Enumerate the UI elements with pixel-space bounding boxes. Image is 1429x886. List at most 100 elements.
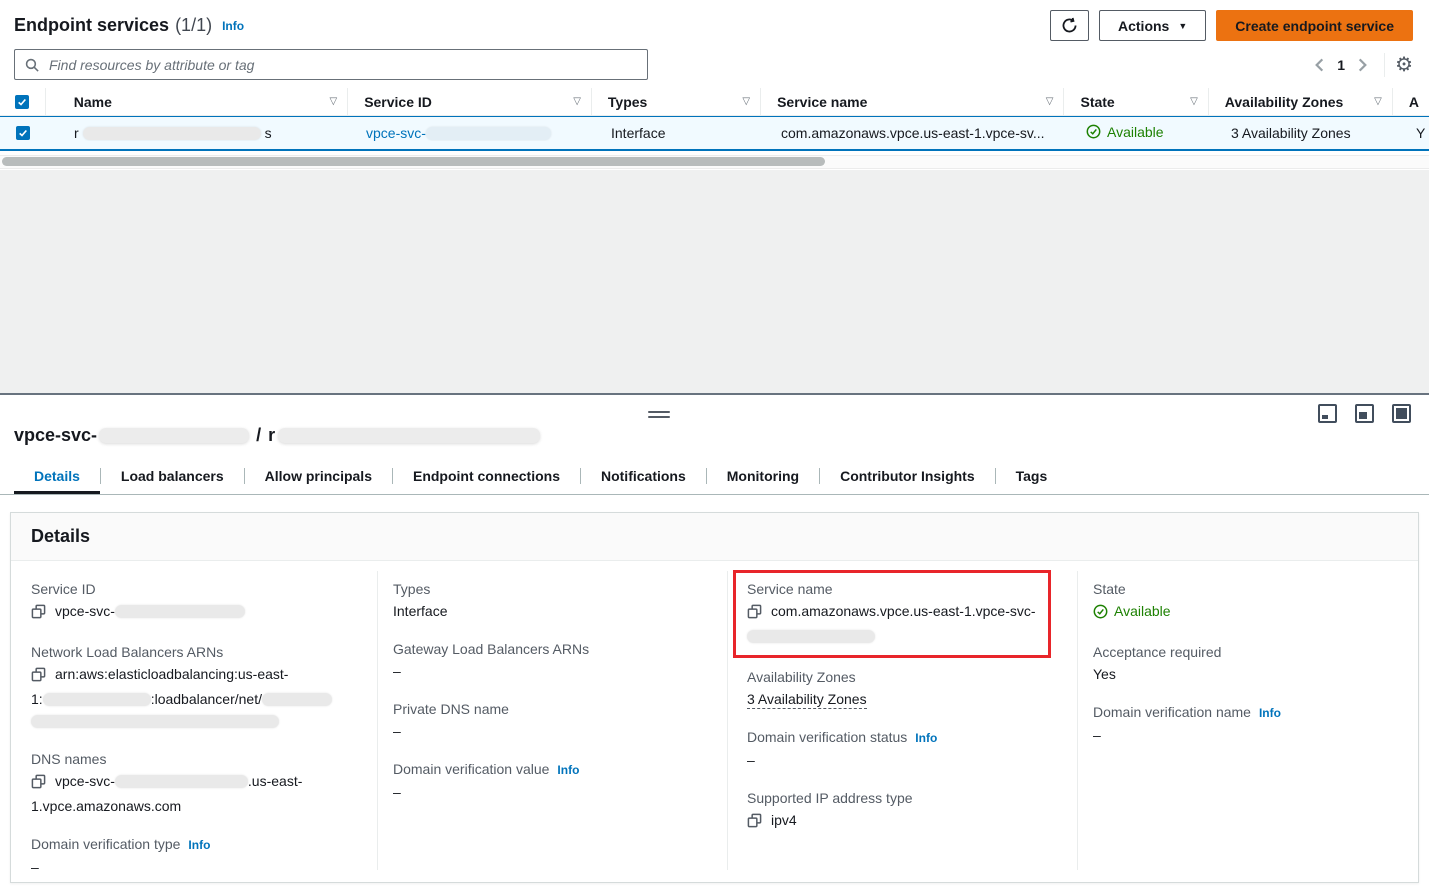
page-header: Endpoint services (1/1) Info Actions ▼ C… bbox=[0, 0, 1429, 43]
service-name-highlight-box: Service name com.amazonaws.vpce.us-east-… bbox=[733, 570, 1051, 658]
column-header-types[interactable]: Types ▽ bbox=[592, 88, 761, 115]
status-badge: Available bbox=[1093, 600, 1171, 622]
copy-icon[interactable] bbox=[747, 815, 762, 831]
field-domain-verification-name: Domain verification nameInfo – bbox=[1093, 701, 1418, 746]
filter-icon[interactable]: ▽ bbox=[567, 96, 581, 107]
next-page-button[interactable] bbox=[1351, 58, 1374, 72]
previous-page-button[interactable] bbox=[1308, 58, 1331, 72]
redacted-text bbox=[31, 715, 279, 728]
create-endpoint-service-button[interactable]: Create endpoint service bbox=[1216, 10, 1413, 41]
panel-size-full-icon[interactable] bbox=[1392, 404, 1411, 423]
details-column-3: Service name com.amazonaws.vpce.us-east-… bbox=[747, 578, 1063, 850]
panel-drag-handle[interactable] bbox=[648, 408, 670, 421]
redacted-text bbox=[115, 605, 245, 618]
tab-load-balancers[interactable]: Load balancers bbox=[101, 461, 244, 494]
field-acceptance-required: Acceptance required Yes bbox=[1093, 641, 1418, 685]
endpoint-services-list-section: Endpoint services (1/1) Info Actions ▼ C… bbox=[0, 0, 1429, 170]
table-header-row: Name ▽ Service ID ▽ Types ▽ Service name… bbox=[0, 88, 1429, 116]
redacted-text bbox=[262, 693, 332, 706]
actions-button-label: Actions bbox=[1118, 18, 1169, 34]
page-title: Endpoint services bbox=[14, 15, 169, 36]
service-id-link[interactable]: vpce-svc- bbox=[366, 125, 551, 141]
filter-icon[interactable]: ▽ bbox=[1184, 96, 1198, 107]
details-column-4: State Available Acceptance required Yes … bbox=[1093, 578, 1418, 762]
copy-icon[interactable] bbox=[31, 669, 46, 685]
panel-tabs: Details Load balancers Allow principals … bbox=[0, 461, 1429, 495]
column-header-service-name[interactable]: Service name ▽ bbox=[761, 88, 1064, 115]
toolbar-divider bbox=[1384, 53, 1385, 77]
caret-down-icon: ▼ bbox=[1178, 21, 1187, 31]
check-circle-icon bbox=[1086, 124, 1101, 139]
field-gwlb-arns: Gateway Load Balancers ARNs – bbox=[393, 638, 713, 682]
cell-state: Available bbox=[1070, 124, 1215, 143]
field-dns-names: DNS names vpce-svc-.us-east- 1.vpce.amaz… bbox=[31, 748, 361, 817]
tab-tags[interactable]: Tags bbox=[996, 461, 1068, 494]
tab-details[interactable]: Details bbox=[14, 461, 100, 494]
tab-notifications[interactable]: Notifications bbox=[581, 461, 706, 494]
availability-zones-link[interactable]: 3 Availability Zones bbox=[747, 691, 867, 709]
panel-size-small-icon[interactable] bbox=[1318, 404, 1337, 423]
search-box[interactable] bbox=[14, 49, 648, 80]
refresh-icon bbox=[1061, 17, 1078, 34]
cell-availability-zones: 3 Availability Zones bbox=[1215, 125, 1400, 141]
cell-name: rs bbox=[46, 125, 350, 141]
field-types: Types Interface bbox=[393, 578, 713, 622]
details-card: Details Service ID vpce-svc- Network Loa… bbox=[10, 512, 1419, 883]
field-domain-verification-value: Domain verification valueInfo – bbox=[393, 758, 713, 803]
tab-monitoring[interactable]: Monitoring bbox=[707, 461, 819, 494]
check-circle-icon bbox=[1093, 604, 1108, 619]
details-column-1: Service ID vpce-svc- Network Load Balanc… bbox=[31, 578, 361, 882]
table-row[interactable]: rs vpce-svc- Interface com.amazonaws.vpc… bbox=[0, 116, 1429, 151]
column-header-service-id[interactable]: Service ID ▽ bbox=[348, 88, 592, 115]
redacted-text bbox=[747, 630, 875, 643]
search-input[interactable] bbox=[47, 56, 637, 74]
info-link[interactable]: Info bbox=[222, 19, 244, 33]
field-availability-zones: Availability Zones 3 Availability Zones bbox=[747, 666, 1063, 710]
refresh-button[interactable] bbox=[1050, 10, 1089, 41]
field-service-id: Service ID vpce-svc- bbox=[31, 578, 361, 625]
settings-gear-icon[interactable]: ⚙ bbox=[1395, 55, 1413, 75]
filter-icon[interactable]: ▽ bbox=[1040, 96, 1054, 107]
panel-size-controls bbox=[1318, 404, 1411, 423]
status-badge: Available bbox=[1086, 124, 1164, 140]
field-domain-verification-status: Domain verification statusInfo – bbox=[747, 726, 1063, 771]
column-header-acceptance-cutoff[interactable]: A bbox=[1393, 88, 1429, 115]
field-domain-verification-type: Domain verification typeInfo – bbox=[31, 833, 361, 878]
copy-icon[interactable] bbox=[31, 776, 46, 792]
redacted-text bbox=[99, 428, 249, 443]
filter-icon[interactable]: ▽ bbox=[1368, 96, 1382, 107]
horizontal-scrollbar-thumb[interactable] bbox=[2, 157, 825, 166]
filter-icon[interactable]: ▽ bbox=[736, 96, 750, 107]
info-link[interactable]: Info bbox=[915, 731, 937, 745]
column-header-state[interactable]: State ▽ bbox=[1064, 88, 1208, 115]
details-card-heading: Details bbox=[11, 513, 1418, 561]
create-button-label: Create endpoint service bbox=[1235, 18, 1394, 34]
tab-contributor-insights[interactable]: Contributor Insights bbox=[820, 461, 995, 494]
filter-icon[interactable]: ▽ bbox=[323, 96, 337, 107]
tab-endpoint-connections[interactable]: Endpoint connections bbox=[393, 461, 580, 494]
row-checkbox[interactable] bbox=[16, 126, 30, 140]
cell-service-id: vpce-svc- bbox=[350, 125, 595, 141]
select-all-checkbox[interactable] bbox=[15, 95, 29, 109]
field-supported-ip-address-type: Supported IP address type ipv4 bbox=[747, 787, 1063, 834]
search-icon bbox=[25, 58, 39, 72]
horizontal-scrollbar[interactable] bbox=[0, 155, 1429, 169]
background-gap bbox=[0, 170, 1429, 393]
tab-allow-principals[interactable]: Allow principals bbox=[245, 461, 392, 494]
redacted-text bbox=[43, 693, 151, 706]
info-link[interactable]: Info bbox=[1259, 706, 1281, 720]
info-link[interactable]: Info bbox=[188, 838, 210, 852]
column-header-availability-zones[interactable]: Availability Zones ▽ bbox=[1209, 88, 1393, 115]
availability-zones-link[interactable]: 3 Availability Zones bbox=[1231, 125, 1351, 141]
details-column-2: Types Interface Gateway Load Balancers A… bbox=[393, 578, 713, 819]
column-header-name[interactable]: Name ▽ bbox=[46, 88, 348, 115]
panel-size-medium-icon[interactable] bbox=[1355, 404, 1374, 423]
info-link[interactable]: Info bbox=[557, 763, 579, 777]
copy-icon[interactable] bbox=[747, 606, 762, 622]
actions-button[interactable]: Actions ▼ bbox=[1099, 10, 1206, 41]
field-private-dns-name: Private DNS name – bbox=[393, 698, 713, 742]
select-all-cell bbox=[0, 88, 46, 115]
redacted-text bbox=[83, 127, 261, 140]
redacted-text bbox=[115, 775, 248, 788]
copy-icon[interactable] bbox=[31, 606, 46, 622]
